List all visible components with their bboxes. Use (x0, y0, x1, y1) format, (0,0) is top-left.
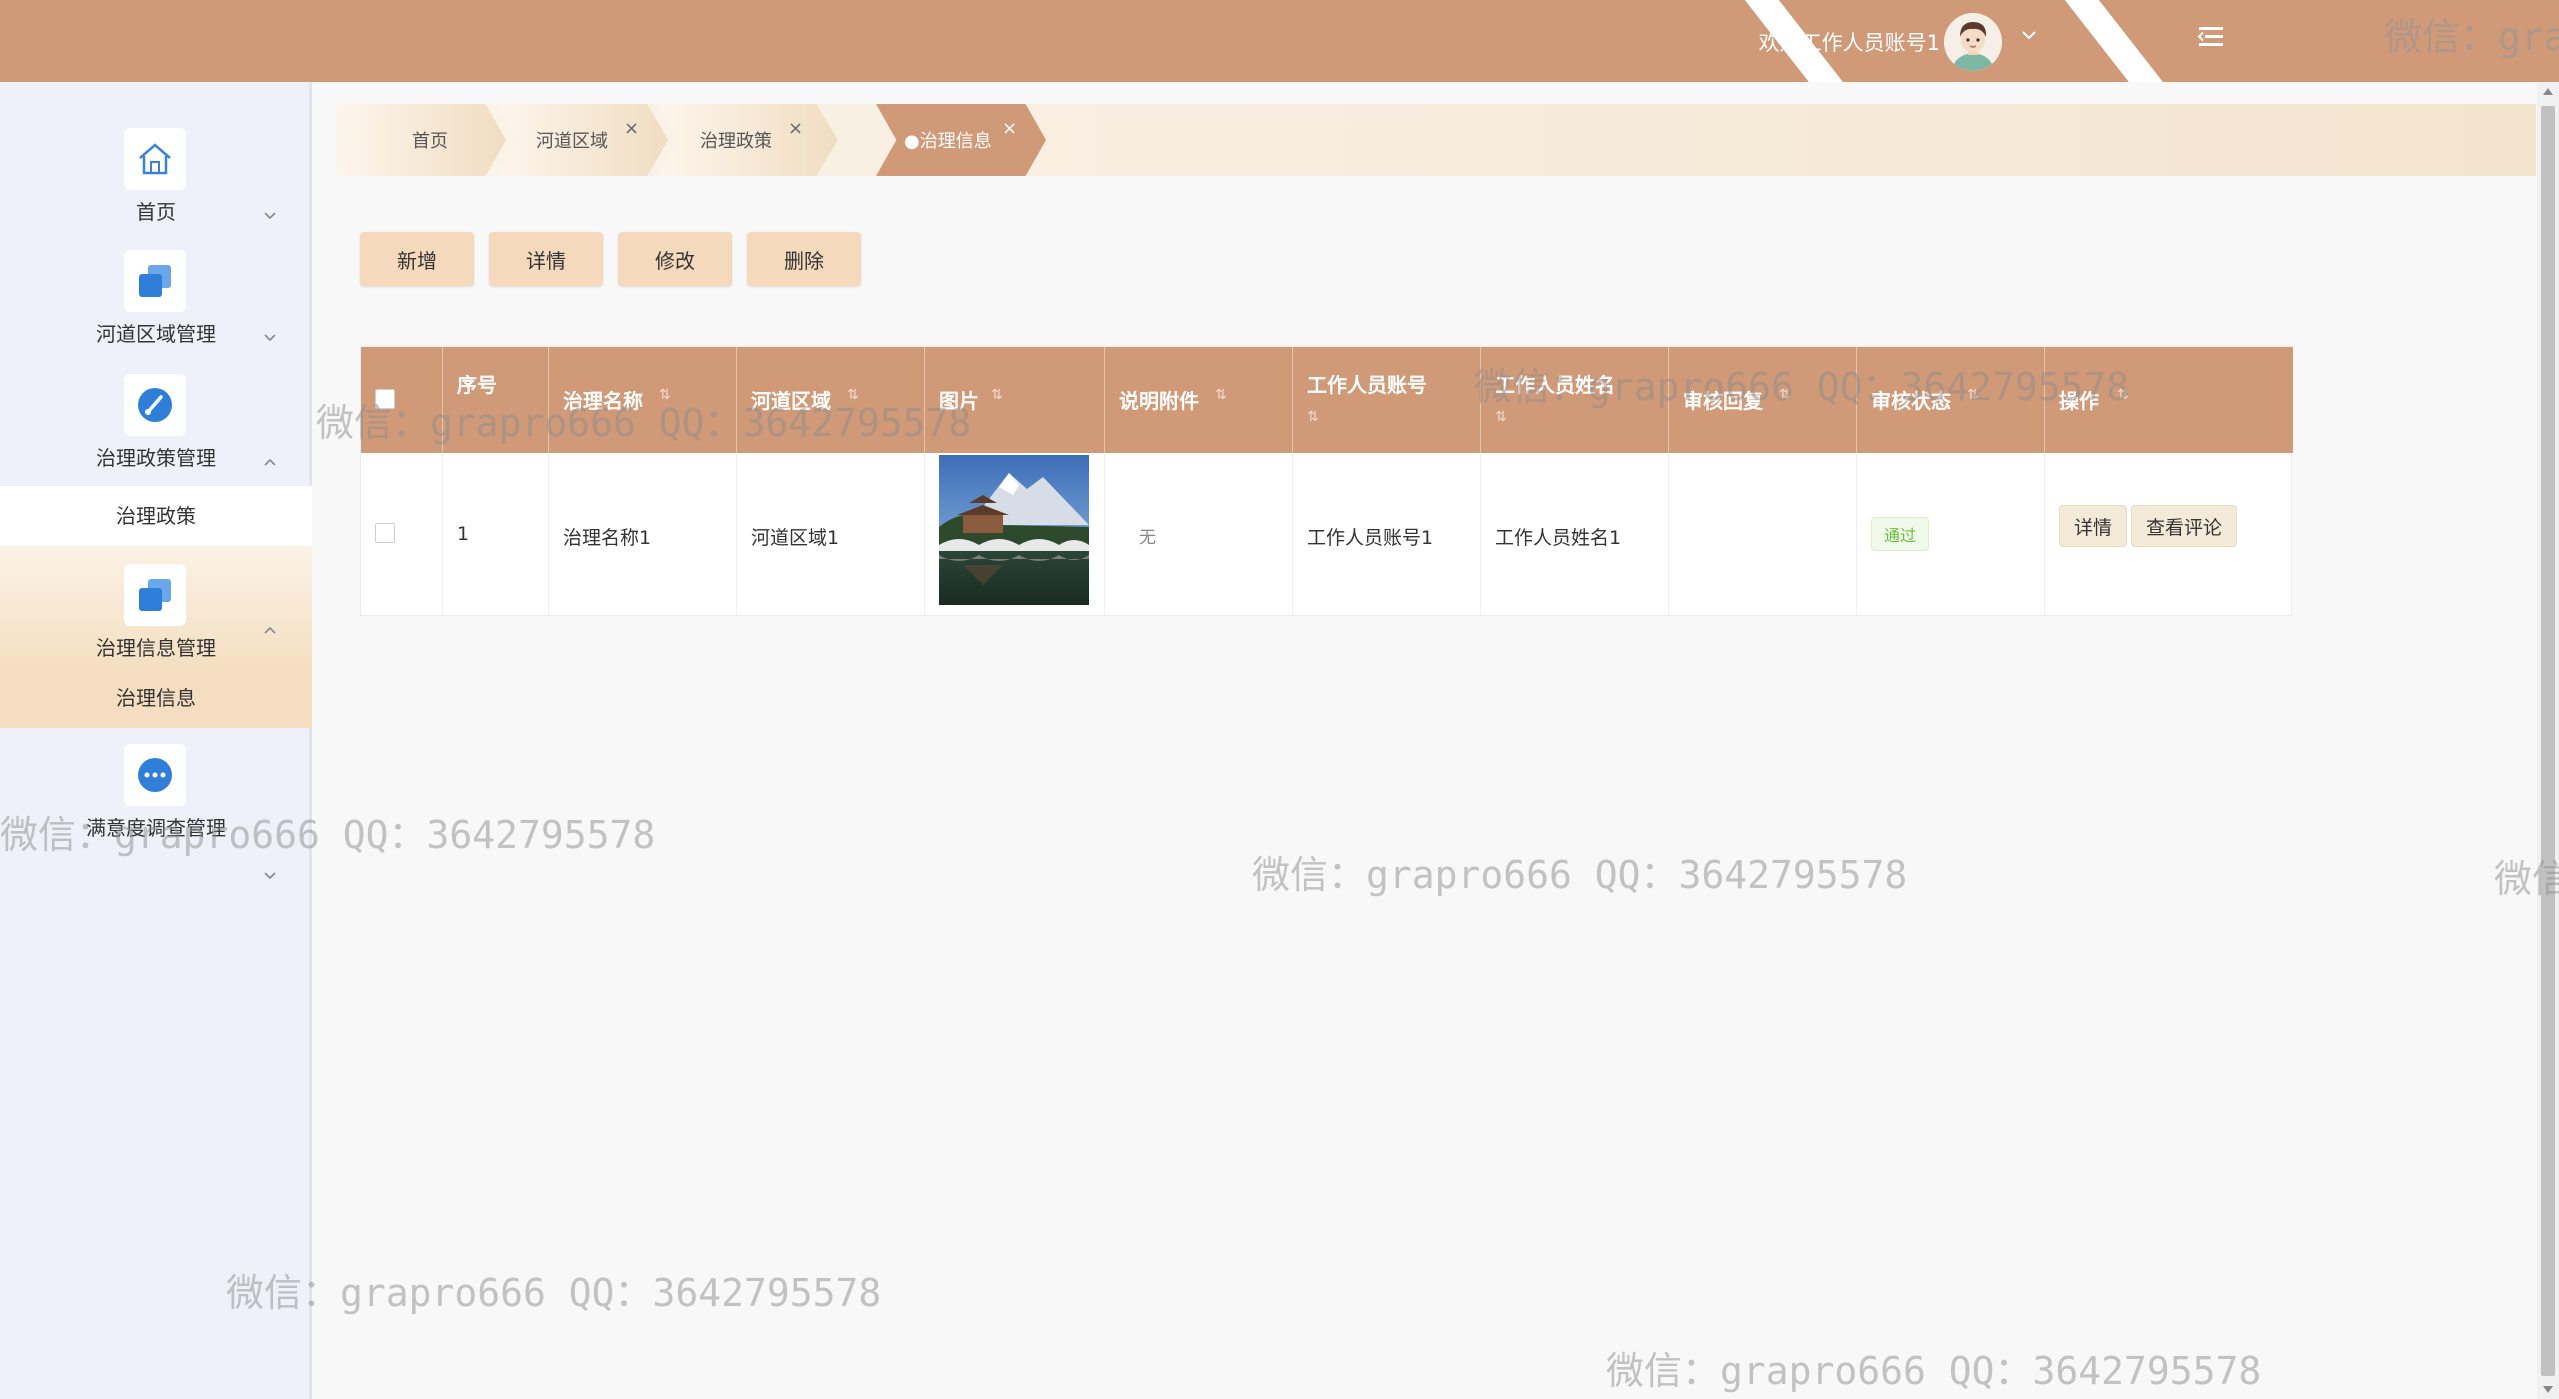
sidebar-item-policy[interactable]: 治理政策管理 (0, 368, 312, 478)
cell-index: 1 (443, 453, 549, 615)
cell-image (925, 453, 1105, 615)
sidebar-subitem-info[interactable]: 治理信息 (0, 668, 312, 728)
sort-icon[interactable]: ⇅ (1967, 387, 1979, 403)
landscape-photo[interactable] (939, 455, 1089, 605)
column-header[interactable]: 工作人员账号 ⇅ (1293, 347, 1481, 453)
tab-label: ●治理信息 (904, 131, 992, 152)
view-comments-button[interactable]: 查看评论 (2131, 505, 2238, 547)
column-header[interactable]: 说明附件 ⇅ (1105, 347, 1293, 453)
close-icon[interactable]: × (624, 118, 639, 139)
tab-label: 首页 (412, 131, 448, 152)
sidebar-item-survey[interactable]: 满意度调查管理 (0, 738, 312, 880)
cell-reply (1669, 453, 1857, 615)
home-icon (124, 128, 186, 190)
watermark-top: 微信：grapro666 QQ：3642795578 (2384, 15, 2559, 59)
page-scrollbar[interactable] (2537, 82, 2559, 1399)
menu-toggle-icon[interactable] (2196, 22, 2226, 56)
tab-home[interactable]: 首页 (336, 104, 506, 176)
more-icon (124, 744, 186, 806)
table-row: 1 治理名称1 河道区域1 无 工作人员账号1 工作人员姓名1 通过 详情 查看… (361, 453, 2293, 615)
table-header: 序号 治理名称 ⇅ 河道区域 ⇅ 图片 ⇅ 说明附件 ⇅ 工作人员账号 ⇅ 工作… (361, 347, 2293, 453)
tab-label: 治理政策 (700, 131, 772, 152)
sidebar-item-label: 满意度调查管理 (86, 816, 226, 840)
gauge-icon (124, 374, 186, 436)
top-header: 欢迎工作人员账号1 微信：grapro666 QQ：3642795578 (0, 0, 2559, 82)
row-checkbox[interactable] (375, 523, 395, 543)
sort-icon[interactable]: ⇅ (1307, 409, 1319, 425)
column-header[interactable]: 审核状态 ⇅ (1857, 347, 2045, 453)
add-button[interactable]: 新增 (360, 232, 474, 286)
sort-icon[interactable]: ⇅ (2117, 387, 2129, 403)
sidebar-subitem-policy[interactable]: 治理政策 (0, 486, 312, 546)
tabs-bar: 首页 河道区域 × 治理政策 × ●治理信息 × (336, 104, 2536, 176)
close-icon[interactable]: × (1002, 118, 1017, 139)
sort-icon[interactable]: ⇅ (1779, 387, 1791, 403)
watermark: 微信：grapro666 QQ：3642795578 (226, 1271, 882, 1315)
header-decor-stripe (2057, 0, 2177, 82)
column-header: 序号 (443, 347, 549, 453)
cell-attachment: 无 (1105, 453, 1293, 615)
chevron-down-icon (262, 208, 278, 228)
column-header[interactable]: 工作人员姓名 ⇅ (1481, 347, 1669, 453)
header-select-all (361, 347, 443, 453)
tab-policy[interactable]: 治理政策 × (658, 104, 838, 176)
cell-name: 治理名称1 (549, 453, 737, 615)
sidebar: 首页 河道区域管理 治理政策管理 治理政策 治理信息管理 治理信息 满意度调查管… (0, 82, 312, 1399)
chevron-up-icon (262, 622, 278, 642)
edit-button[interactable]: 修改 (618, 232, 732, 286)
sort-icon[interactable]: ⇅ (847, 387, 859, 403)
column-header[interactable]: 审核回复 ⇅ (1669, 347, 1857, 453)
delete-button[interactable]: 删除 (747, 232, 861, 286)
sidebar-item-home[interactable]: 首页 (0, 122, 312, 232)
chevron-down-icon (262, 330, 278, 350)
column-header: 操作 ⇅ (2059, 387, 2129, 413)
cell-actions: 详情 查看评论 (2045, 453, 2293, 615)
cell-status: 通过 (1857, 453, 2045, 615)
chevron-down-icon (262, 868, 278, 888)
row-select-cell (361, 453, 443, 615)
user-avatar[interactable] (1944, 13, 2002, 71)
welcome-text: 欢迎工作人员账号1 (1758, 31, 1940, 55)
detail-button[interactable]: 详情 (489, 232, 603, 286)
tab-river-area[interactable]: 河道区域 × (496, 104, 668, 176)
cell-account: 工作人员账号1 (1293, 453, 1481, 615)
scrollbar-thumb[interactable] (2541, 106, 2555, 1376)
watermark: 微信：grapro666 QQ：3642795578 (1252, 853, 1908, 897)
cell-staff-name: 工作人员姓名1 (1481, 453, 1669, 615)
sort-icon[interactable]: ⇅ (991, 387, 1003, 403)
tab-info[interactable]: ●治理信息 × (876, 104, 1046, 176)
scroll-down-icon[interactable] (2543, 1386, 2553, 1393)
sidebar-item-river-area[interactable]: 河道区域管理 (0, 244, 312, 354)
scroll-up-icon[interactable] (2543, 88, 2553, 95)
row-detail-button[interactable]: 详情 (2059, 505, 2128, 547)
select-all-checkbox[interactable] (375, 389, 395, 409)
cell-area: 河道区域1 (737, 453, 925, 615)
tab-label: 河道区域 (536, 131, 608, 152)
copy-icon (124, 250, 186, 312)
copy-icon (124, 564, 186, 626)
watermark: 微信：grapro666 QQ：3642795578 (1606, 1349, 2262, 1393)
sort-icon[interactable]: ⇅ (659, 387, 671, 403)
column-header[interactable]: 图片 ⇅ (925, 347, 1105, 453)
user-menu-chevron-icon[interactable] (2020, 26, 2038, 48)
sidebar-item-info[interactable]: 治理信息管理 (0, 546, 312, 668)
status-badge: 通过 (1871, 517, 1930, 551)
sort-icon[interactable]: ⇅ (1215, 387, 1227, 403)
column-header[interactable]: 河道区域 ⇅ (737, 347, 925, 453)
column-header[interactable]: 治理名称 ⇅ (549, 347, 737, 453)
sort-icon[interactable]: ⇅ (1495, 409, 1507, 425)
chevron-up-icon (262, 454, 278, 474)
close-icon[interactable]: × (788, 118, 803, 139)
data-table: 序号 治理名称 ⇅ 河道区域 ⇅ 图片 ⇅ 说明附件 ⇅ 工作人员账号 ⇅ 工作… (360, 346, 2293, 616)
